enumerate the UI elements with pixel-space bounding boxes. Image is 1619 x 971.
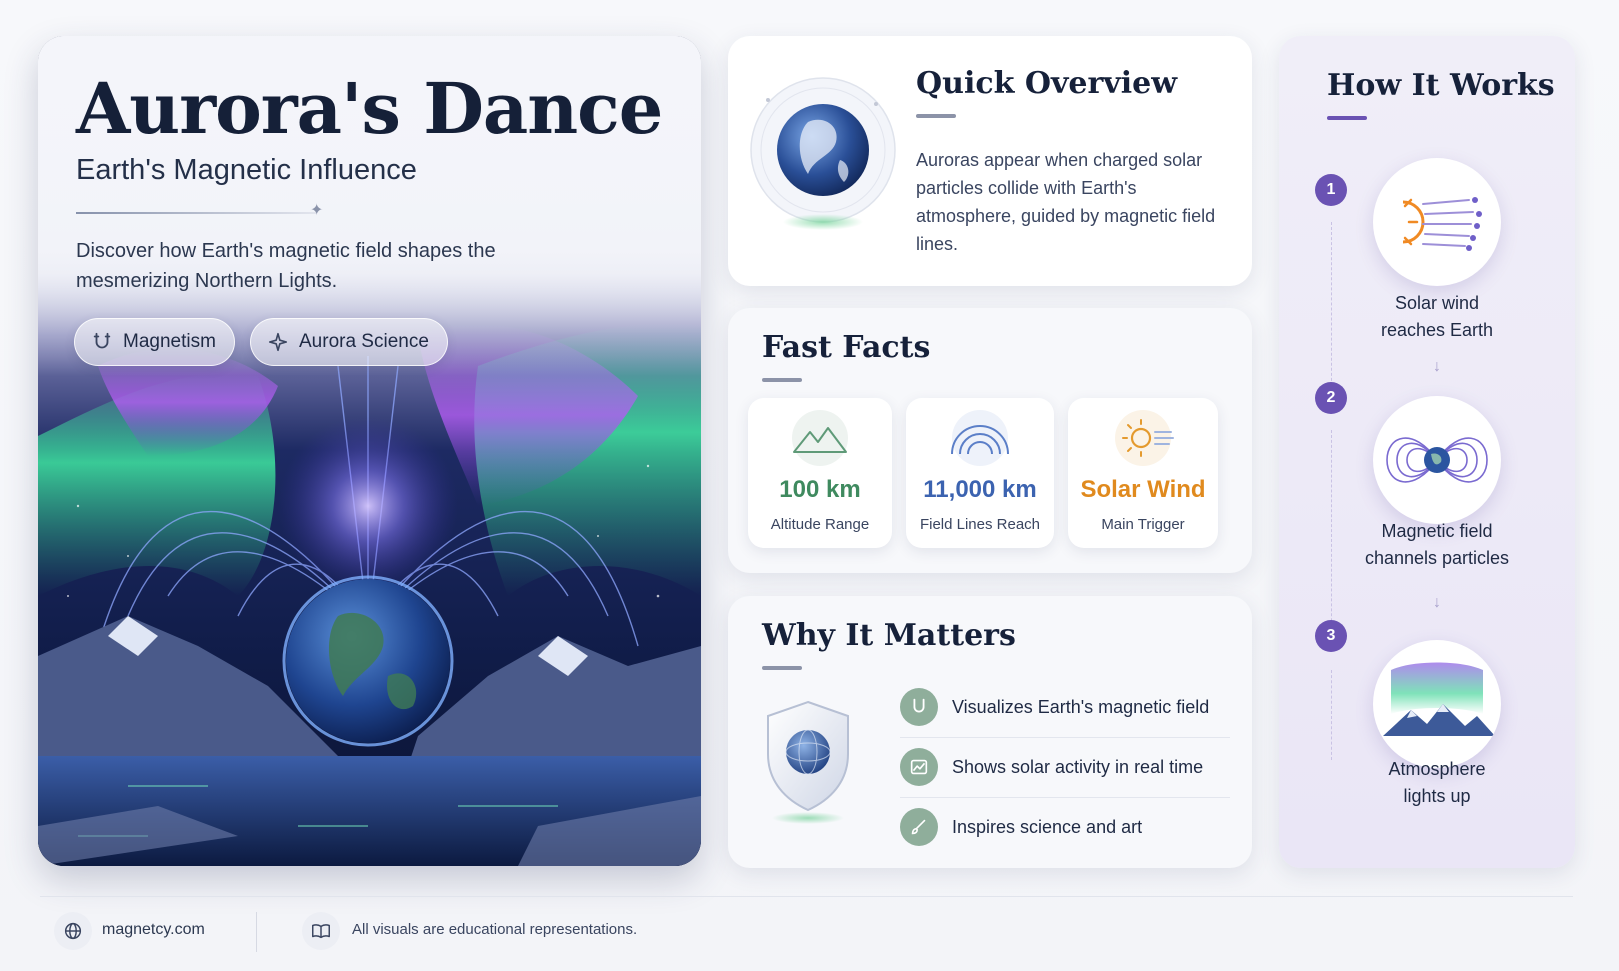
how-it-works-card: How It Works 1 Solar wind reaches Earth … — [1279, 36, 1575, 868]
footer-site-link[interactable]: magnetcy.com — [102, 921, 205, 939]
quick-overview-card: Quick Overview Auroras appear when charg… — [728, 36, 1252, 286]
chart-icon — [900, 748, 938, 786]
fact-label: Altitude Range — [770, 516, 870, 533]
sun-icon — [1115, 410, 1174, 466]
field-arc-icon — [951, 410, 1009, 466]
solar-wind-icon — [1402, 197, 1482, 251]
hero-description: Discover how Earth's magnetic field shap… — [76, 240, 496, 292]
step-label-line: Solar wind — [1394, 293, 1480, 313]
brush-icon — [900, 808, 938, 846]
hero-card: Aurora's Dance Earth's Magnetic Influenc… — [38, 36, 701, 866]
globe-icon — [54, 912, 92, 950]
footer-divider — [40, 896, 1573, 897]
step-label-line: lights up — [1403, 786, 1471, 806]
chip-aurora-science[interactable]: Aurora Science — [250, 318, 448, 366]
facts-underline — [762, 378, 802, 382]
matters-item: Visualizes Earth's magnetic field — [900, 678, 1230, 736]
footer-separator — [256, 912, 257, 952]
step-label-line: Magnetic field — [1381, 521, 1493, 541]
matters-item: Shows solar activity in real time — [900, 738, 1230, 796]
fact-value: Solar Wind — [1080, 476, 1206, 503]
matters-item-text: Inspires science and art — [952, 816, 1143, 837]
step-label: Magnetic field channels particles — [1319, 518, 1555, 572]
hero-title: Aurora's Dance — [76, 67, 663, 150]
chip-label: Aurora Science — [299, 331, 429, 352]
aurora-mountain-icon — [1383, 662, 1495, 736]
chip-label: Magnetism — [123, 331, 216, 352]
fact-label: Field Lines Reach — [919, 516, 1041, 533]
step-illustration — [1373, 396, 1501, 524]
why-it-matters-card: Why It Matters Visualizes Earth's magnet… — [728, 596, 1252, 868]
how-title: How It Works — [1327, 68, 1555, 103]
matters-title: Why It Matters — [762, 618, 1016, 653]
fact-trigger: Solar Wind Main Trigger — [1068, 398, 1218, 548]
globe-icon — [750, 77, 896, 230]
fast-facts-card: Fast Facts 100 km Altitude Range 11,000 … — [728, 308, 1252, 573]
step-label-line: Atmosphere — [1388, 759, 1486, 779]
facts-title: Fast Facts — [762, 330, 931, 365]
step-illustration — [1373, 158, 1501, 286]
arrow-down-icon: ↓ — [1433, 594, 1441, 611]
matters-item-text: Shows solar activity in real time — [952, 756, 1204, 777]
step-number: 2 — [1315, 382, 1347, 414]
magnet-icon — [900, 688, 938, 726]
how-underline — [1327, 116, 1367, 120]
matters-underline — [762, 666, 802, 670]
magnet-icon — [93, 332, 111, 349]
matters-item-text: Visualizes Earth's magnetic field — [952, 696, 1210, 717]
step-illustration — [1373, 640, 1501, 768]
step-number: 3 — [1315, 620, 1347, 652]
overview-title: Quick Overview — [916, 66, 1178, 101]
chip-magnetism[interactable]: Magnetism — [74, 318, 235, 366]
mountain-icon — [792, 410, 848, 466]
step-number: 1 — [1315, 174, 1347, 206]
sparkle-icon: ✦ — [310, 202, 324, 219]
fact-label: Main Trigger — [1101, 516, 1185, 533]
step-label: Atmosphere lights up — [1319, 756, 1555, 810]
overview-underline — [916, 114, 956, 118]
step-label-line: reaches Earth — [1380, 320, 1494, 340]
fact-value: 11,000 km — [923, 476, 1037, 503]
shield-globe-icon — [767, 700, 849, 824]
fact-value: 100 km — [779, 476, 861, 503]
matters-item: Inspires science and art — [900, 798, 1230, 856]
step-label-line: channels particles — [1364, 548, 1510, 568]
step-label: Solar wind reaches Earth — [1319, 290, 1555, 344]
fact-field-lines: 11,000 km Field Lines Reach — [906, 398, 1054, 548]
overview-text: Auroras appear when charged solar partic… — [916, 150, 1216, 254]
step-connector — [1331, 670, 1332, 760]
arrow-down-icon: ↓ — [1433, 358, 1441, 375]
hero-divider — [76, 212, 316, 214]
magnetosphere-icon — [1386, 437, 1488, 483]
sparkle-icon — [268, 332, 288, 352]
hero-subtitle: Earth's Magnetic Influence — [76, 154, 417, 186]
fact-altitude: 100 km Altitude Range — [748, 398, 892, 548]
footer-note: All visuals are educational representati… — [352, 921, 638, 938]
book-icon — [302, 912, 340, 950]
